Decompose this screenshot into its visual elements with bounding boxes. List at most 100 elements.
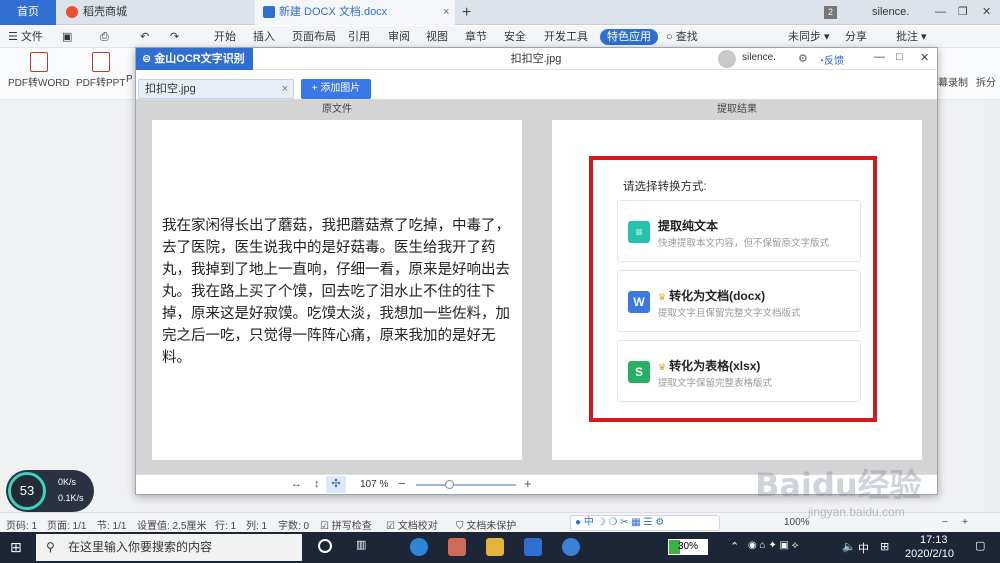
- sync-status[interactable]: 未同步 ▾: [788, 29, 830, 45]
- avatar[interactable]: [718, 50, 736, 68]
- screen-record-button[interactable]: 幕录制: [938, 74, 968, 89]
- split-button[interactable]: 拆分: [976, 74, 996, 89]
- option-plain-text[interactable]: ≡ 提取纯文本 快速提取本文内容，但不保留原文字版式: [617, 200, 861, 262]
- zoom-slider[interactable]: [416, 484, 516, 486]
- wps-writer-icon[interactable]: [524, 538, 542, 556]
- maximize-icon[interactable]: ❐: [958, 0, 968, 25]
- spell-check-button[interactable]: ☑ 拼写检查: [320, 517, 372, 532]
- tab-daoke-store[interactable]: 稻壳商城: [58, 0, 248, 25]
- close-icon[interactable]: ×: [443, 0, 449, 25]
- ocr-close-icon[interactable]: ✕: [920, 51, 929, 64]
- zoom-percent[interactable]: 100%: [784, 517, 810, 528]
- app-avatar-icon[interactable]: [448, 538, 466, 556]
- zoom-slider-handle[interactable]: [445, 480, 454, 489]
- conversion-options-highlight: 请选择转换方式: ≡ 提取纯文本 快速提取本文内容，但不保留原文字版式 W ♛ 转…: [589, 156, 877, 422]
- zoom-out-icon[interactable]: −: [398, 476, 406, 491]
- zoom-in-icon[interactable]: +: [524, 476, 532, 491]
- actual-size-icon[interactable]: ✣: [326, 476, 346, 493]
- network-speed-widget[interactable]: 53 0K/s 0.1K/s: [6, 470, 94, 512]
- redo-icon[interactable]: ↷: [170, 29, 179, 45]
- ime-indicator[interactable]: 中: [858, 540, 869, 556]
- proofread-button[interactable]: ☑ 文档校对: [386, 517, 438, 532]
- clock-date[interactable]: 2020/2/10: [905, 548, 954, 560]
- pdf-ppt-icon: [91, 52, 110, 72]
- ocr-taskbar-icon[interactable]: [562, 538, 580, 556]
- option-desc: 提取文字且保留完整文字文档版式: [658, 308, 801, 319]
- fit-height-icon[interactable]: ↕: [314, 478, 320, 490]
- tab-home[interactable]: 首页: [0, 0, 56, 25]
- ocr-maximize-icon[interactable]: □: [896, 51, 903, 63]
- baidu-watermark: Baidu经验: [755, 466, 922, 504]
- battery-indicator[interactable]: 30%: [668, 539, 708, 555]
- ocr-logo-icon: ⊜: [142, 53, 155, 65]
- tray-up-icon[interactable]: ⌃: [730, 540, 739, 553]
- undo-icon[interactable]: ↶: [140, 29, 149, 45]
- pdf-to-word-label: PDF转WORD: [8, 78, 70, 89]
- menu-reference[interactable]: 引用: [348, 29, 370, 45]
- menu-dev-tools[interactable]: 开发工具: [544, 29, 588, 45]
- proofread-label: 文档校对: [397, 521, 438, 532]
- ocr-feedback-button[interactable]: ◔反馈: [818, 52, 844, 67]
- ocr-user-name[interactable]: silence.: [742, 52, 776, 63]
- tab-document-label: 新建 DOCX 文档.docx: [279, 6, 388, 18]
- pdf-to-word-button[interactable]: PDF转WORD: [8, 52, 70, 89]
- menu-search[interactable]: ○ 查找: [666, 29, 698, 45]
- word-icon: W: [628, 291, 650, 313]
- menu-review[interactable]: 审阅: [388, 29, 410, 45]
- close-window-icon[interactable]: ✕: [982, 0, 991, 25]
- status-pages: 页面: 1/1: [47, 521, 87, 532]
- volume-icon[interactable]: 🔈: [842, 540, 856, 553]
- add-image-button[interactable]: + 添加图片: [301, 79, 371, 99]
- minimize-icon[interactable]: —: [935, 0, 946, 25]
- spreadsheet-icon: S: [628, 361, 650, 383]
- folder-icon[interactable]: [486, 538, 504, 556]
- save-icon[interactable]: ▣: [62, 29, 72, 45]
- tray-app-icons[interactable]: ◉ ⌂ ✦ ▣ ⟡: [748, 540, 798, 551]
- ime-toolbar[interactable]: ● 中 ☽ ❍ ✂ ▦ ☰ ⚙: [570, 515, 720, 531]
- menu-view[interactable]: 视图: [426, 29, 448, 45]
- protect-status-button[interactable]: ⛉ 文档未保护: [456, 517, 516, 532]
- menu-page-layout[interactable]: 页面布局: [292, 29, 336, 45]
- task-view-icon[interactable]: ▥: [356, 538, 366, 551]
- menu-file[interactable]: ☰ 文件: [8, 29, 43, 45]
- left-pane-header: 原文件: [322, 104, 352, 115]
- sync-label: 未同步: [788, 31, 821, 43]
- menu-start[interactable]: 开始: [214, 29, 236, 45]
- gear-icon[interactable]: ⚙: [798, 52, 808, 65]
- tab-document[interactable]: 新建 DOCX 文档.docx ×: [255, 0, 455, 25]
- ime-grid-icon[interactable]: ⊞: [880, 540, 889, 553]
- new-tab-button[interactable]: +: [462, 0, 471, 25]
- cortana-icon[interactable]: [318, 539, 332, 553]
- status-page: 页码: 1: [6, 521, 38, 532]
- status-col: 列: 1: [246, 521, 268, 532]
- ie-icon[interactable]: [410, 538, 428, 556]
- menu-section[interactable]: 章节: [465, 29, 487, 45]
- pdf-other-button[interactable]: P: [126, 74, 133, 85]
- close-icon[interactable]: ×: [282, 80, 288, 98]
- zoom-in-icon[interactable]: +: [962, 517, 968, 528]
- zoom-out-icon[interactable]: −: [942, 517, 948, 528]
- notification-icon[interactable]: ▢: [975, 539, 985, 552]
- ocr-file-tab[interactable]: 扣扣空.jpg ×: [138, 79, 294, 99]
- windows-start-icon[interactable]: ⊞: [10, 539, 26, 555]
- menu-insert[interactable]: 插入: [253, 29, 275, 45]
- pdf-to-ppt-button[interactable]: PDF转PPT: [76, 52, 125, 89]
- windows-taskbar: ⊞ ⚲ 在这里输入你要搜索的内容 ▥ 30% ⌃ ◉ ⌂ ✦ ▣ ⟡ 🔈 中 ⊞ …: [0, 532, 1000, 563]
- annotate-button[interactable]: 批注 ▾: [896, 29, 927, 45]
- original-image-text: 我在家闲得长出了蘑菇，我把蘑菇煮了吃掉，中毒了，去了医院，医生说我中的是好菇毒。…: [162, 218, 510, 366]
- battery-percent: 30%: [677, 541, 698, 552]
- print-icon[interactable]: ⎙: [100, 29, 109, 45]
- share-button[interactable]: 分享: [845, 29, 867, 45]
- status-words[interactable]: 字数: 0: [278, 517, 309, 532]
- option-docx[interactable]: W ♛ 转化为文档(docx) 提取文字且保留完整文字文档版式: [617, 270, 861, 332]
- zoom-level: 107 %: [360, 479, 389, 490]
- menu-security[interactable]: 安全: [504, 29, 526, 45]
- fit-width-icon[interactable]: ↔: [291, 478, 302, 490]
- baidu-watermark-url: jingyan.baidu.com: [808, 505, 905, 519]
- taskbar-search-input[interactable]: ⚲ 在这里输入你要搜索的内容: [36, 534, 302, 561]
- option-xlsx[interactable]: S ♛ 转化为表格(xlsx) 提取文字保留完整表格版式: [617, 340, 861, 402]
- user-name[interactable]: silence.: [872, 0, 909, 25]
- menu-special-apps[interactable]: 特色应用: [600, 29, 658, 45]
- ocr-minimize-icon[interactable]: —: [874, 51, 885, 63]
- clock-time[interactable]: 17:13: [920, 534, 948, 546]
